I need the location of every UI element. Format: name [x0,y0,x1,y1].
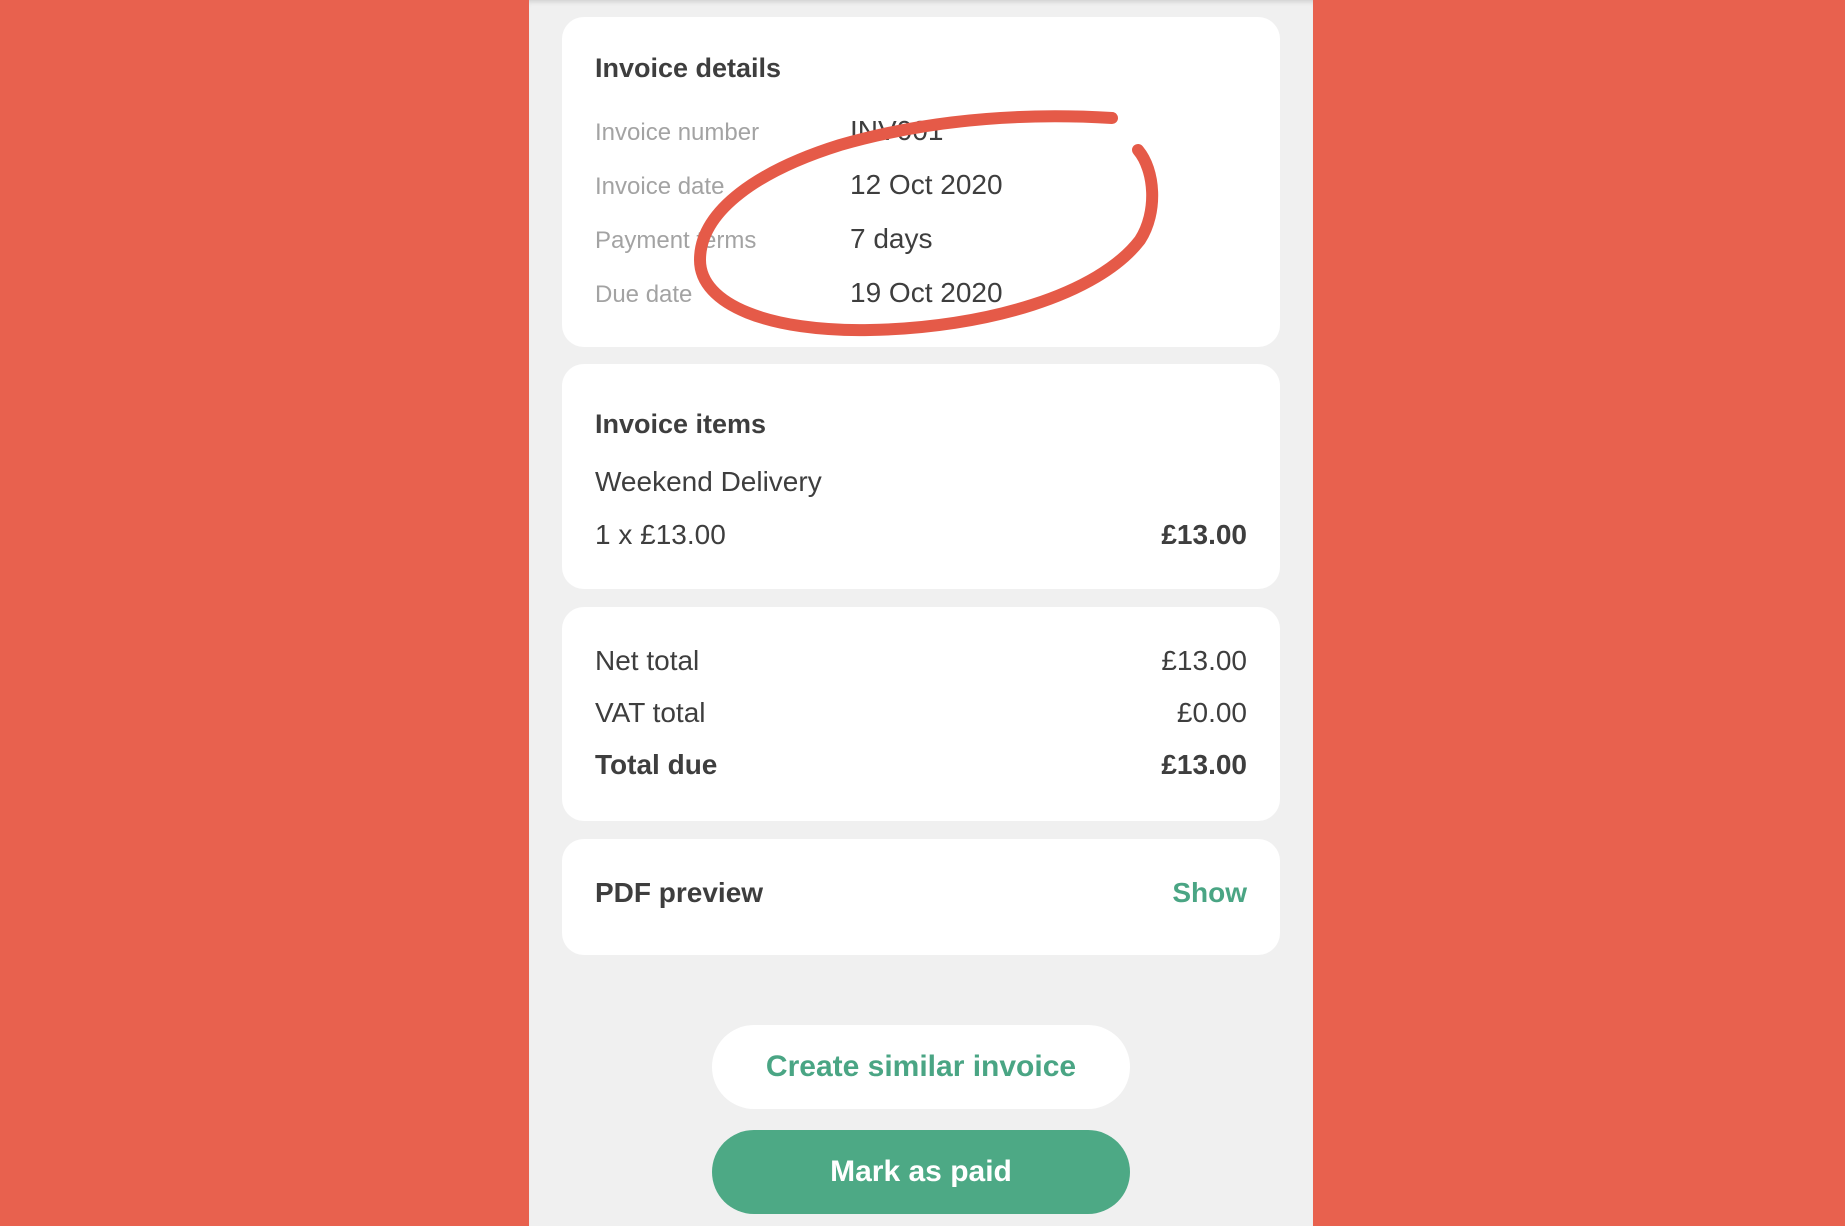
create-similar-invoice-button[interactable]: Create similar invoice [712,1025,1130,1109]
invoice-date-value: 12 Oct 2020 [850,169,1003,200]
item-price-row: 1 x £13.00 £13.00 [595,519,1247,551]
net-total-label: Net total [595,645,700,676]
invoice-items-title: Invoice items [595,409,767,439]
total-due-value: £13.00 [1161,749,1247,780]
item-amount: £13.00 [1161,519,1247,550]
total-due-label: Total due [595,749,718,780]
due-date-label: Due date [595,281,693,308]
invoice-items-card: Invoice items Weekend Delivery 1 x £13.0… [562,364,1280,589]
invoice-date-label: Invoice date [595,173,725,200]
net-total-row: Net total £13.00 [595,645,1247,677]
vat-total-row: VAT total £0.00 [595,697,1247,729]
item-name: Weekend Delivery [595,466,822,497]
pdf-preview-label: PDF preview [595,877,764,908]
item-quantity-price: 1 x £13.00 [595,519,726,550]
invoice-number-value: INV001 [850,115,944,146]
invoice-details-title: Invoice details [595,53,782,83]
show-pdf-link[interactable]: Show [1172,877,1247,909]
app-screen: Invoice details Invoice number INV001 In… [529,0,1313,1226]
totals-card: Net total £13.00 VAT total £0.00 Total d… [562,607,1280,821]
mark-as-paid-button[interactable]: Mark as paid [712,1130,1130,1214]
vat-total-value: £0.00 [1176,697,1247,728]
vat-total-label: VAT total [595,697,706,728]
payment-terms-value: 7 days [850,223,933,254]
payment-terms-label: Payment terms [595,227,757,254]
invoice-details-card: Invoice details Invoice number INV001 In… [562,17,1280,347]
pdf-preview-card: PDF preview Show [562,839,1280,955]
total-due-row: Total due £13.00 [595,749,1247,781]
item-name-row: Weekend Delivery [595,466,1247,498]
net-total-value: £13.00 [1161,645,1247,676]
pdf-preview-row: PDF preview Show [595,877,1247,909]
invoice-number-label: Invoice number [595,119,760,146]
due-date-value: 19 Oct 2020 [850,277,1003,308]
